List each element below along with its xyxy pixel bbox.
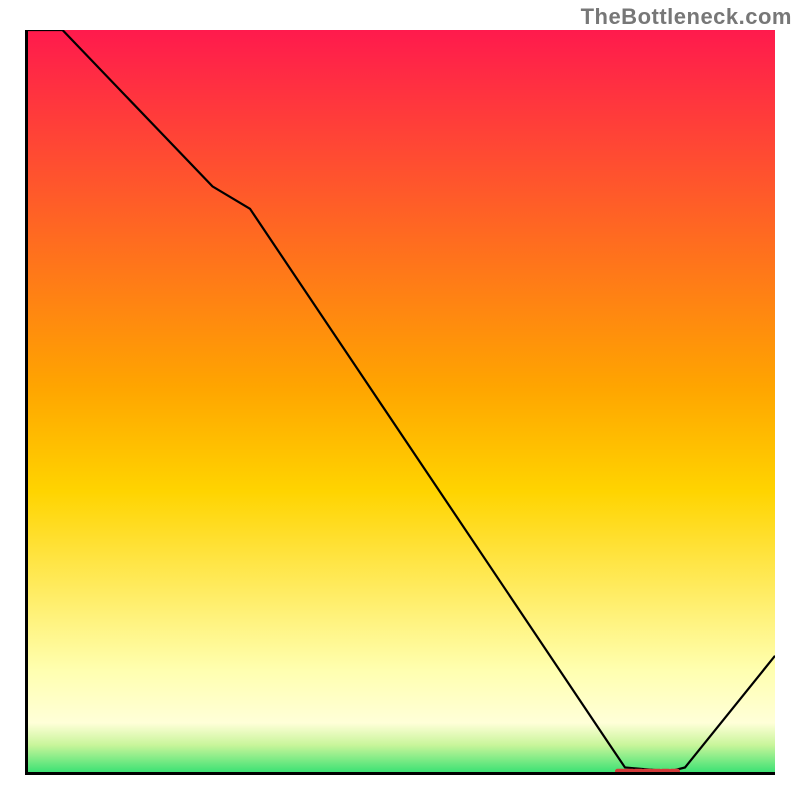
chart-stage: TheBottleneck.com [0,0,800,800]
gradient-background [25,30,775,775]
plot-area [25,30,775,775]
watermark-text: TheBottleneck.com [581,4,792,30]
chart-svg [25,30,775,775]
